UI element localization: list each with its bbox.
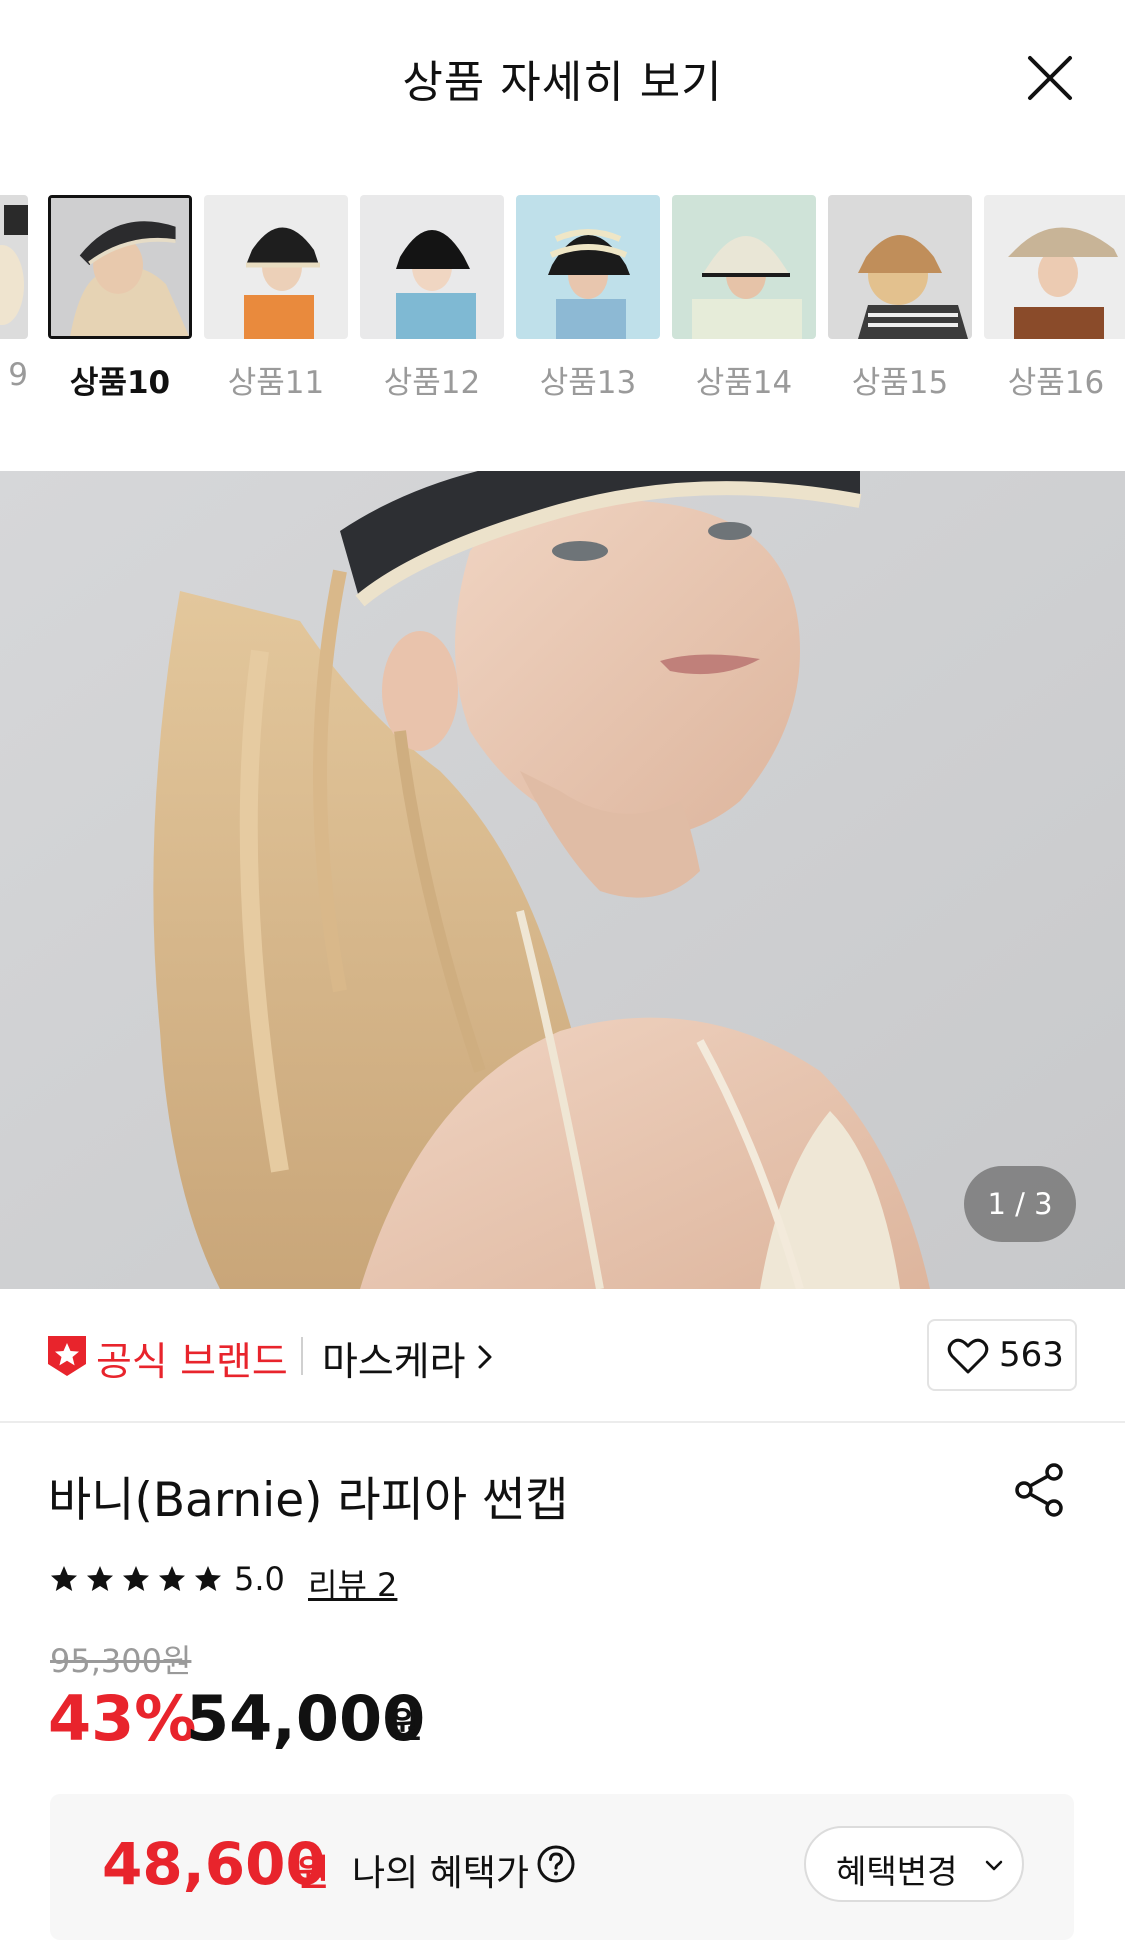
thumbnail-image (828, 195, 972, 339)
image-counter: 1 / 3 (964, 1166, 1076, 1242)
thumbnail-image (516, 195, 660, 339)
product-hero-image[interactable] (0, 471, 1125, 1289)
chevron-right-icon[interactable] (475, 1343, 495, 1371)
sale-price-unit: 원 (390, 1705, 424, 1746)
thumbnail-image (672, 195, 816, 339)
change-benefit-button[interactable]: 혜택변경 (804, 1826, 1024, 1902)
thumbnail-item[interactable]: 상품13 (516, 195, 660, 401)
heart-icon (947, 1338, 989, 1374)
change-benefit-label: 혜택변경 (836, 1852, 958, 1891)
thumbnail-image (0, 195, 28, 339)
thumbnail-item-active[interactable]: 상품10 (48, 195, 192, 401)
question-icon[interactable] (536, 1844, 576, 1884)
review-link[interactable]: 리뷰 2 (308, 1560, 397, 1606)
star-rating-icon (51, 1566, 221, 1591)
thumbnail-image (204, 195, 348, 339)
chevron-down-icon (985, 1860, 1003, 1871)
share-icon[interactable] (1010, 1460, 1070, 1520)
thumbnail-item[interactable]: 상품16 (984, 195, 1125, 401)
benefit-price: 48,600 (102, 1830, 326, 1898)
star-badge-icon (48, 1336, 86, 1376)
header: 상품 자세히 보기 (0, 0, 1125, 150)
rating-value: 5.0 (234, 1560, 285, 1598)
benefit-price-box: 48,600 원 나의 혜택가 혜택변경 (50, 1794, 1074, 1940)
like-button[interactable]: 563 (927, 1319, 1077, 1391)
hero-illustration (0, 471, 1125, 1289)
product-detail-page: 상품 자세히 보기 9 상품10 상품11 상품12 상품13 상품14 상품1… (0, 0, 1125, 1944)
thumbnail-item[interactable]: 상품14 (672, 195, 816, 401)
thumbnail-item[interactable]: 9 (0, 195, 28, 393)
close-icon[interactable] (1018, 46, 1082, 110)
divider (301, 1337, 303, 1375)
thumbnail-image (984, 195, 1125, 339)
original-price: 95,300원 (50, 1642, 192, 1680)
discount-rate: 43% (48, 1682, 197, 1755)
thumbnail-label: 상품16 (1007, 365, 1105, 401)
thumbnail-label: 9 (8, 357, 28, 393)
product-name: 바니(Barnie) 라피아 썬캡 (48, 1473, 569, 1528)
page-title: 상품 자세히 보기 (402, 57, 723, 108)
thumbnail-image (48, 195, 192, 339)
thumbnail-item[interactable]: 상품11 (204, 195, 348, 401)
thumbnail-strip[interactable]: 9 상품10 상품11 상품12 상품13 상품14 상품15 상품16 (0, 195, 1125, 415)
thumbnail-image (360, 195, 504, 339)
official-brand-label: 공식 브랜드 (96, 1340, 288, 1385)
like-count: 563 (999, 1335, 1064, 1375)
brand-name-link[interactable]: 마스케라 (322, 1331, 466, 1387)
thumbnail-item[interactable]: 상품12 (360, 195, 504, 401)
brand-row: 공식 브랜드 마스케라 563 (0, 1289, 1125, 1423)
benefit-label: 나의 혜택가 (352, 1853, 530, 1894)
benefit-price-unit: 원 (296, 1853, 330, 1894)
thumbnail-item[interactable]: 상품15 (828, 195, 972, 401)
